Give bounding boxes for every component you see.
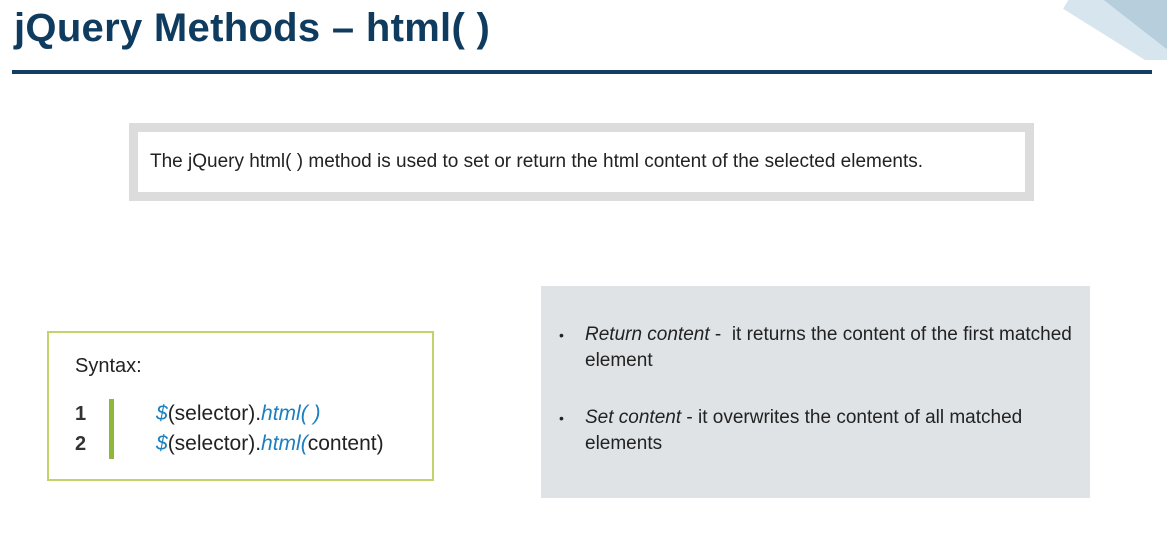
code-dollar: $	[156, 432, 168, 455]
code-dollar: $	[156, 402, 168, 425]
code-bar	[109, 399, 114, 429]
slide-title: jQuery Methods – html( )	[14, 6, 491, 50]
corner-decoration	[1047, 0, 1167, 60]
code-line: 2 $(selector).html(content)	[75, 429, 384, 459]
code-selector: (selector).	[167, 402, 262, 425]
syntax-heading: Syntax:	[75, 355, 142, 377]
info-item-text: Return content - it returns the content …	[585, 322, 1075, 374]
info-item-text: Set content - it overwrites the content …	[585, 405, 1075, 457]
info-separator: -	[681, 407, 699, 428]
info-term: Return content	[585, 324, 710, 345]
code-method: html( )	[261, 402, 321, 425]
syntax-box: Syntax: 1 $(selector).html( ) 2 $(select…	[47, 331, 434, 481]
info-item-set-content: • Set content - it overwrites the conten…	[559, 405, 1075, 457]
line-number: 1	[75, 402, 87, 425]
code-selector: (selector).	[167, 432, 262, 455]
code-args: content)	[307, 432, 384, 455]
info-panel: • Return content - it returns the conten…	[541, 286, 1090, 498]
line-number: 2	[75, 432, 87, 455]
definition-text: The jQuery html( ) method is used to set…	[138, 132, 1025, 192]
code-bar	[109, 429, 114, 459]
info-item-return-content: • Return content - it returns the conten…	[559, 322, 1075, 374]
title-underline	[12, 70, 1152, 74]
code-line: 1 $(selector).html( )	[75, 399, 384, 429]
bullet-icon: •	[559, 327, 564, 343]
code-block: 1 $(selector).html( ) 2 $(selector).html…	[75, 399, 384, 459]
code-method: html(	[261, 432, 308, 455]
code-text: $(selector).html(content)	[156, 432, 384, 456]
bullet-icon: •	[559, 410, 564, 426]
info-term: Set content	[585, 407, 682, 428]
info-separator: -	[709, 324, 732, 345]
definition-box: The jQuery html( ) method is used to set…	[129, 123, 1034, 201]
code-text: $(selector).html( )	[156, 402, 321, 426]
